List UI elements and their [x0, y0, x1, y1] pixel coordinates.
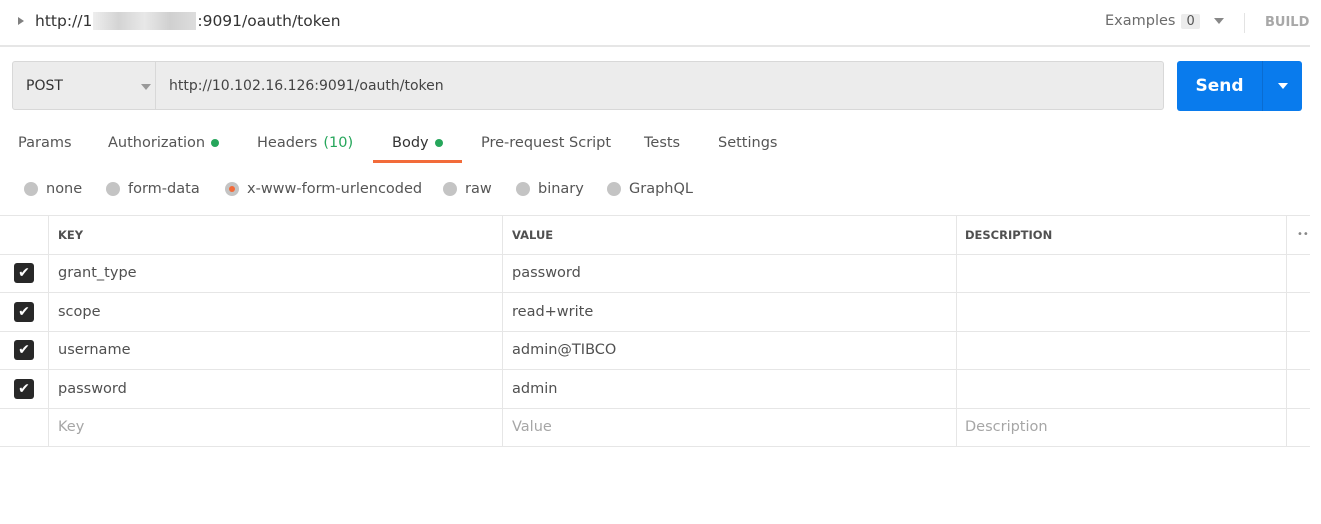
build-mode-button[interactable]: BUILD — [1265, 15, 1309, 30]
description-cell[interactable] — [957, 370, 1287, 408]
title-prefix: http://1 — [35, 12, 93, 30]
value-cell[interactable]: admin@TIBCO — [503, 331, 957, 369]
description-cell[interactable] — [957, 254, 1287, 292]
tab-pre-request-script[interactable]: Pre-request Script — [481, 135, 611, 151]
tab-tests[interactable]: Tests — [644, 135, 680, 151]
row-spacer — [1287, 255, 1310, 293]
empty-checkbox-cell — [0, 408, 49, 446]
tab-headers[interactable]: Headers (10) — [257, 135, 353, 151]
radio-icon — [516, 182, 530, 196]
radio-label: none — [46, 181, 83, 197]
value-cell[interactable]: admin — [503, 370, 957, 408]
new-row: Key Value Description — [0, 408, 1310, 447]
description-cell[interactable] — [957, 293, 1287, 331]
params-table: KEY VALUE DESCRIPTION •• ✔ grant_type pa… — [0, 215, 1310, 447]
chevron-down-icon — [141, 84, 151, 90]
value-cell[interactable]: read+write — [503, 293, 957, 331]
send-button-group: Send — [1177, 61, 1302, 111]
radio-form-data[interactable]: form-data — [106, 181, 200, 197]
key-cell[interactable]: password — [49, 370, 503, 408]
radio-label: binary — [538, 181, 584, 197]
column-header-key: KEY — [49, 216, 503, 254]
radio-binary[interactable]: binary — [516, 181, 584, 197]
column-header-value: VALUE — [503, 216, 957, 254]
title-suffix: :9091/oauth/token — [197, 12, 341, 30]
key-cell[interactable]: grant_type — [49, 254, 503, 292]
radio-graphql[interactable]: GraphQL — [607, 181, 693, 197]
radio-icon — [106, 182, 120, 196]
row-spacer — [1287, 409, 1310, 447]
active-tab-indicator — [373, 160, 462, 163]
row-spacer — [1287, 370, 1310, 408]
redacted-host — [93, 12, 197, 30]
tab-label: Pre-request Script — [481, 135, 612, 151]
send-options-button[interactable] — [1263, 61, 1302, 111]
send-button[interactable]: Send — [1177, 61, 1263, 111]
new-description-input[interactable]: Description — [957, 408, 1287, 446]
new-key-input[interactable]: Key — [49, 408, 503, 446]
tab-label: Tests — [644, 135, 681, 151]
radio-selected-icon — [225, 182, 239, 196]
chevron-down-icon — [1213, 18, 1224, 24]
radio-raw[interactable]: raw — [443, 181, 492, 197]
headers-count: (10) — [323, 135, 354, 151]
radio-none[interactable]: none — [24, 181, 82, 197]
table-row: ✔ username admin@TIBCO — [0, 331, 1310, 370]
radio-icon — [443, 182, 457, 196]
row-checkbox[interactable]: ✔ — [14, 301, 34, 322]
radio-x-www-form-urlencoded[interactable]: x-www-form-urlencoded — [225, 181, 422, 197]
tab-label: Body — [392, 135, 429, 151]
tab-authorization[interactable]: Authorization — [108, 135, 220, 151]
method-select[interactable]: POST — [12, 61, 156, 110]
row-checkbox[interactable]: ✔ — [14, 263, 34, 284]
tab-params[interactable]: Params — [18, 135, 72, 151]
description-cell[interactable] — [957, 331, 1287, 369]
expand-caret-icon[interactable] — [18, 17, 24, 25]
tab-label: Headers — [257, 135, 318, 151]
table-row: ✔ password admin — [0, 370, 1310, 409]
status-dot-icon — [434, 139, 443, 147]
url-value: http://10.102.16.126:9091/oauth/token — [169, 77, 444, 94]
radio-label: x-www-form-urlencoded — [247, 181, 423, 197]
tab-label: Settings — [718, 135, 778, 151]
table-row: ✔ grant_type password — [0, 254, 1310, 293]
radio-label: form-data — [128, 181, 200, 197]
tab-settings[interactable]: Settings — [718, 135, 777, 151]
table-header-row: KEY VALUE DESCRIPTION •• — [0, 216, 1310, 255]
new-value-input[interactable]: Value — [503, 408, 957, 446]
value-cell[interactable]: password — [503, 254, 957, 292]
column-header-description: DESCRIPTION — [957, 216, 1287, 254]
request-title[interactable]: http://1 :9091/oauth/token — [35, 12, 341, 30]
row-checkbox[interactable]: ✔ — [14, 378, 34, 399]
tab-body[interactable]: Body — [392, 135, 443, 151]
tab-label: Params — [18, 135, 72, 151]
examples-label: Examples — [1105, 13, 1176, 29]
row-checkbox[interactable]: ✔ — [14, 340, 34, 361]
key-cell[interactable]: scope — [49, 293, 503, 331]
method-value: POST — [26, 77, 63, 94]
more-options-icon[interactable]: •• — [1287, 216, 1310, 254]
table-row: ✔ scope read+write — [0, 293, 1310, 332]
radio-icon — [24, 182, 38, 196]
divider — [1244, 13, 1245, 33]
url-input[interactable]: http://10.102.16.126:9091/oauth/token — [155, 61, 1164, 110]
examples-dropdown[interactable]: Examples 0 — [1105, 13, 1224, 29]
radio-label: GraphQL — [629, 181, 693, 197]
chevron-down-icon — [1277, 83, 1288, 89]
tab-label: Authorization — [108, 135, 206, 151]
examples-count-badge: 0 — [1181, 13, 1200, 29]
radio-icon — [607, 182, 621, 196]
status-dot-icon — [211, 139, 220, 147]
checkbox-column-header — [0, 216, 49, 254]
radio-label: raw — [465, 181, 492, 197]
key-cell[interactable]: username — [49, 331, 503, 369]
row-spacer — [1287, 332, 1310, 370]
row-spacer — [1287, 293, 1310, 331]
